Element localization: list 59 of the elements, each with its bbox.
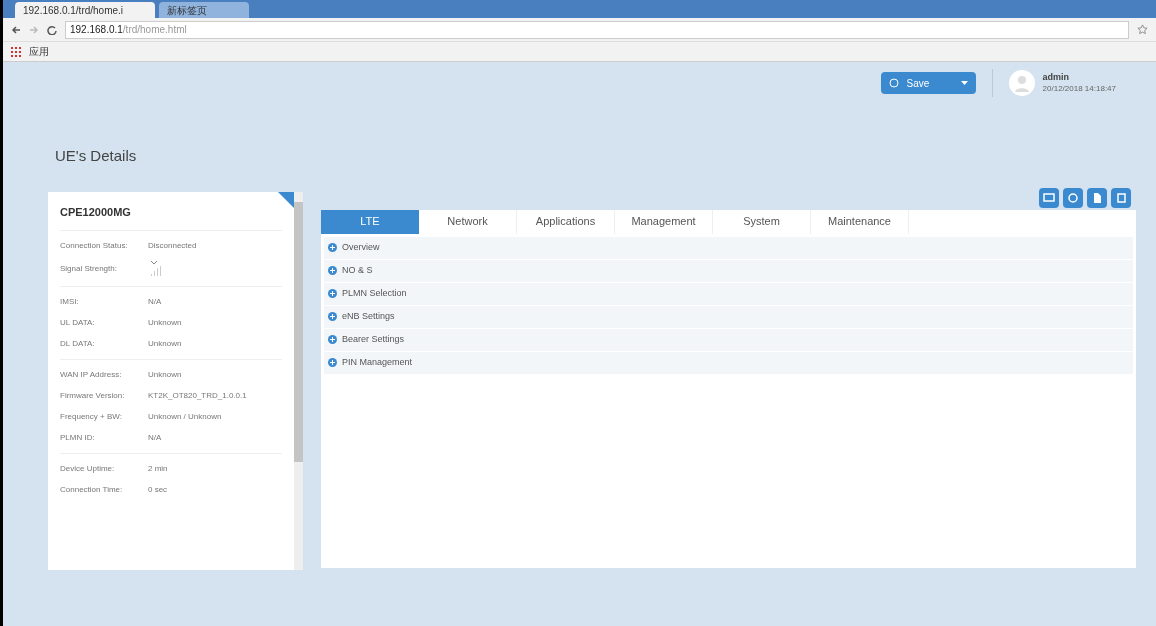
datetime: 20/12/2018 14:18:47 xyxy=(1042,83,1116,94)
refresh-icon[interactable] xyxy=(1063,187,1083,208)
user-name: admin xyxy=(1042,72,1071,84)
browser-tab[interactable]: 192.168.0.1/trd/home.i xyxy=(15,2,155,18)
field-label: UL DATA: xyxy=(60,317,96,329)
section-row[interactable]: PLMN Selection xyxy=(324,282,1133,306)
url-text: 192.168.0.1/trd/home.html xyxy=(70,23,187,37)
field-value: Disconnected xyxy=(148,240,197,252)
plus-circle-icon xyxy=(328,243,337,252)
field-label: WAN IP Address: xyxy=(60,369,123,381)
address-field[interactable]: 192.168.0.1/trd/home.html xyxy=(65,20,1129,39)
device-name: CPE12000MG xyxy=(60,203,282,231)
field-value: KT2K_OT820_TRD_1.0.0.1 xyxy=(148,390,247,402)
signal-icon xyxy=(148,261,162,277)
field-value: Unknown xyxy=(148,369,182,381)
section-row[interactable]: PIN Management xyxy=(324,351,1133,375)
section-row[interactable]: eNB Settings xyxy=(324,305,1133,329)
reload-icon[interactable] xyxy=(47,24,57,35)
field-label: Frequency + BW: xyxy=(60,411,123,423)
save-button[interactable]: Save xyxy=(880,72,976,94)
section-row[interactable]: Bearer Settings xyxy=(324,328,1133,352)
tab[interactable]: LTE xyxy=(321,209,419,234)
field-label: PLMN ID: xyxy=(60,432,96,444)
scrollbar[interactable] xyxy=(294,191,303,570)
field-value: N/A xyxy=(148,432,162,444)
caret-icon xyxy=(960,81,968,85)
section-row[interactable]: Overview xyxy=(324,236,1133,260)
field-label: Signal Strength: xyxy=(60,263,118,275)
save-circle-icon xyxy=(888,78,899,88)
field-value: 2 min xyxy=(148,463,168,475)
logout-icon[interactable] xyxy=(1111,187,1131,208)
field-label: DL DATA: xyxy=(60,338,96,350)
field-label: Device Uptime: xyxy=(60,463,116,475)
page-title: UE's Details xyxy=(55,146,137,166)
field-value: 0 sec xyxy=(148,484,168,496)
document-icon[interactable] xyxy=(1087,187,1107,208)
field-value: N/A xyxy=(148,296,162,308)
monitor-icon[interactable] xyxy=(1039,187,1059,208)
browser-tab[interactable]: 新标签页 xyxy=(159,2,249,18)
apps-grid-icon[interactable] xyxy=(11,46,21,57)
back-arrow-icon[interactable] xyxy=(11,24,21,35)
bookmark[interactable]: 应用 xyxy=(29,44,49,59)
plus-circle-icon xyxy=(328,358,337,367)
field-label: IMSI: xyxy=(60,296,80,308)
star-icon[interactable] xyxy=(1137,24,1148,35)
plus-circle-icon xyxy=(328,266,337,275)
field-label: Firmware Version: xyxy=(60,390,126,402)
field-value: Unknown / Unknown xyxy=(148,411,222,423)
field-value: Unknown xyxy=(148,317,182,329)
field-label: Connection Time: xyxy=(60,484,124,496)
plus-circle-icon xyxy=(328,312,337,321)
avatar-icon xyxy=(1008,70,1035,96)
plus-circle-icon xyxy=(328,335,337,344)
plus-circle-icon xyxy=(328,289,337,298)
corner-ribbon-icon xyxy=(278,191,294,208)
field-value: Unknown xyxy=(148,338,182,350)
field-label: Connection Status: xyxy=(60,240,129,252)
section-row[interactable]: NO & S xyxy=(324,259,1133,283)
forward-arrow-icon[interactable] xyxy=(29,24,39,35)
